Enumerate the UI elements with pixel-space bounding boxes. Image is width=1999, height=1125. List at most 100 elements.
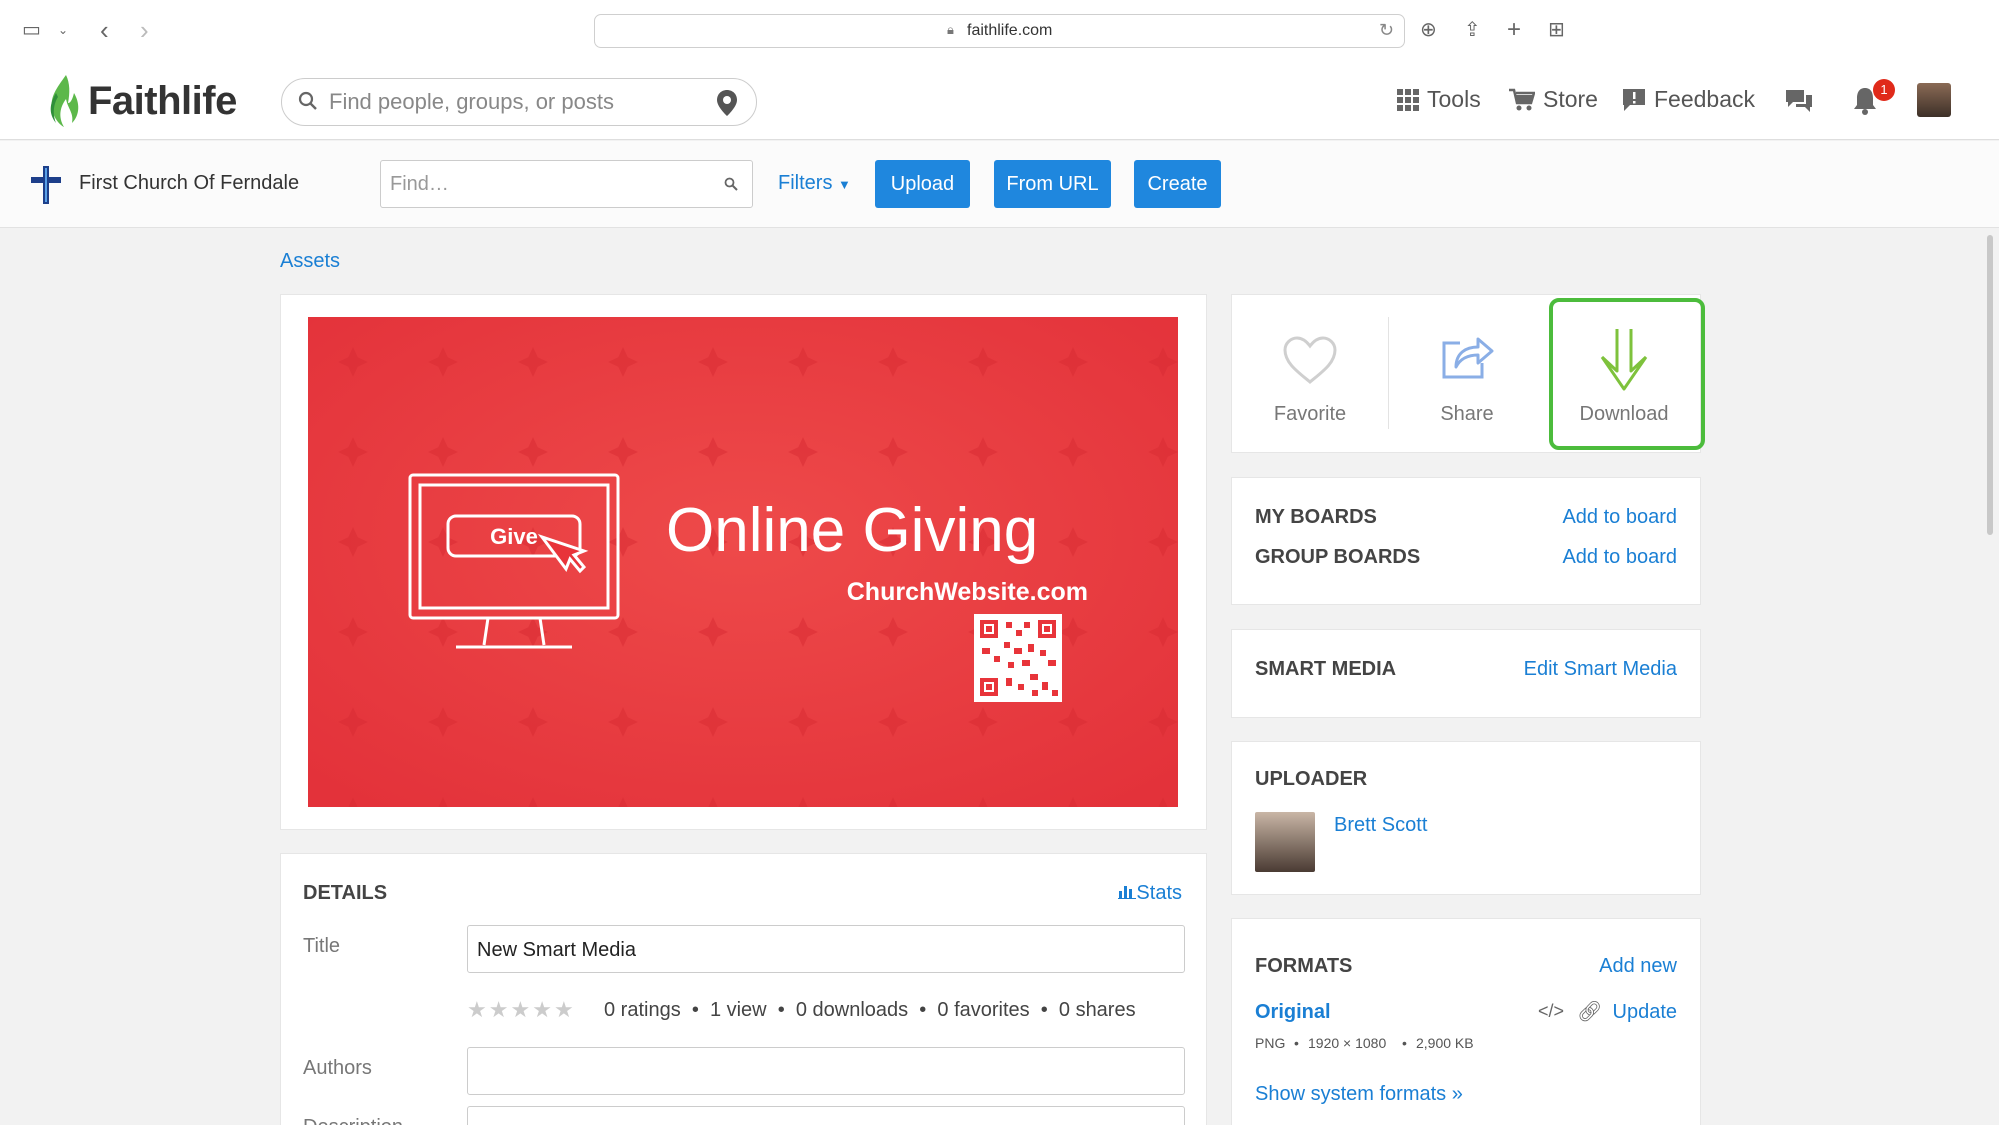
- share-label: Share: [1440, 403, 1494, 425]
- nav-store[interactable]: Store: [1509, 86, 1598, 113]
- title-label: Title: [303, 935, 341, 957]
- nav-store-label: Store: [1543, 86, 1598, 112]
- star-icon[interactable]: ★: [467, 997, 489, 1022]
- create-button[interactable]: Create: [1134, 160, 1221, 208]
- show-system-formats-link[interactable]: Show system formats »: [1255, 1083, 1463, 1106]
- details-heading: DETAILS: [303, 882, 388, 904]
- address-bar[interactable]: 🔒︎ faithlife.com ↻: [594, 14, 1405, 48]
- original-format-link[interactable]: Original: [1255, 1001, 1331, 1024]
- qr-code: [974, 614, 1062, 702]
- authors-input[interactable]: [477, 1059, 1167, 1085]
- uploader-heading: UPLOADER: [1255, 768, 1368, 790]
- nav-tools-label: Tools: [1427, 86, 1481, 112]
- search-input[interactable]: [329, 88, 699, 116]
- formats-card: FORMATS Add new Original </> 🔗︎ Update P…: [1231, 918, 1701, 1125]
- from-url-button[interactable]: From URL: [994, 160, 1111, 208]
- search-icon: [724, 177, 738, 191]
- messages-icon[interactable]: [1784, 87, 1814, 115]
- format-file-type: PNG: [1255, 1035, 1286, 1051]
- authors-label: Authors: [303, 1057, 372, 1079]
- search-icon: [298, 91, 317, 110]
- embed-code-icon[interactable]: </>: [1538, 1001, 1564, 1022]
- caret-down-icon: ▼: [838, 177, 851, 192]
- asset-find-box[interactable]: [380, 160, 753, 208]
- group-name[interactable]: First Church Of Ferndale: [79, 172, 299, 195]
- grid-icon: [1397, 88, 1419, 111]
- nav-feedback[interactable]: Feedback: [1622, 86, 1755, 113]
- title-input[interactable]: [477, 937, 1167, 963]
- lock-icon: 🔒︎: [947, 22, 954, 37]
- favorite-label: Favorite: [1273, 403, 1347, 425]
- uploader-name-link[interactable]: Brett Scott: [1334, 814, 1427, 837]
- filters-dropdown[interactable]: Filters ▼: [778, 172, 851, 195]
- forward-icon[interactable]: ›: [140, 16, 149, 44]
- asset-find-input[interactable]: [390, 172, 710, 196]
- smart-media-card: SMART MEDIA Edit Smart Media: [1231, 629, 1701, 718]
- filters-label: Filters: [778, 172, 833, 194]
- user-avatar[interactable]: [1917, 83, 1951, 117]
- preview-website: ChurchWebsite.com: [847, 578, 1088, 606]
- group-toolbar: First Church Of Ferndale Filters ▼ Uploa…: [0, 141, 1999, 228]
- edit-smart-media-link[interactable]: Edit Smart Media: [1524, 658, 1677, 681]
- stats-link[interactable]: Stats: [1118, 882, 1182, 905]
- notification-badge: 1: [1873, 79, 1895, 101]
- asset-actions-card: Favorite Share Download: [1231, 294, 1705, 454]
- browser-toolbar: ▭ ⌄ ‹ › 🔒︎ faithlife.com ↻ ⊕ ⇪ + ⊞: [0, 0, 1999, 62]
- group-boards-add-link[interactable]: Add to board: [1562, 546, 1677, 569]
- star-icon[interactable]: ★: [554, 997, 576, 1022]
- meta-separator: •: [1294, 1035, 1299, 1051]
- give-button-label: Give: [490, 524, 538, 549]
- authors-field[interactable]: [467, 1047, 1185, 1095]
- nav-feedback-label: Feedback: [1654, 86, 1756, 112]
- bar-chart-icon: [1118, 886, 1137, 899]
- reload-icon[interactable]: ↻: [1379, 20, 1394, 41]
- chevron-down-icon[interactable]: ⌄: [58, 16, 68, 44]
- share-action[interactable]: Share: [1389, 295, 1545, 454]
- update-format-link[interactable]: Update: [1613, 1001, 1678, 1024]
- stats-label: Stats: [1136, 882, 1182, 904]
- add-format-link[interactable]: Add new: [1599, 955, 1677, 978]
- description-label: Description: [303, 1116, 403, 1125]
- my-boards-heading: MY BOARDS: [1255, 506, 1377, 528]
- download-highlight: [1549, 298, 1705, 450]
- asset-preview-image: Give Online Giving ChurchWebsite.com: [308, 317, 1178, 807]
- downloads-icon[interactable]: ⊕: [1420, 16, 1437, 44]
- meta-separator: •: [1402, 1035, 1407, 1051]
- favorite-action[interactable]: Favorite: [1232, 295, 1388, 454]
- star-icon[interactable]: ★: [489, 997, 511, 1022]
- back-icon[interactable]: ‹: [100, 16, 109, 44]
- group-boards-heading: GROUP BOARDS: [1255, 546, 1421, 568]
- share-icon[interactable]: ⇪: [1464, 16, 1481, 44]
- preview-headline: Online Giving: [666, 496, 1038, 565]
- star-icon[interactable]: ★: [510, 997, 532, 1022]
- uploader-avatar[interactable]: [1255, 812, 1315, 872]
- rating-stars[interactable]: ★★★★★: [467, 997, 576, 1023]
- star-icon[interactable]: ★: [532, 997, 554, 1022]
- engagement-stats: 0 ratings • 1 view • 0 downloads • 0 fav…: [604, 999, 1136, 1021]
- cart-icon: [1509, 88, 1535, 110]
- title-field[interactable]: [467, 925, 1185, 973]
- tab-overview-icon[interactable]: ⊞: [1548, 16, 1565, 44]
- share-arrow-icon: [1442, 337, 1494, 379]
- feedback-icon: [1623, 88, 1645, 111]
- format-dimensions: 1920 × 1080: [1308, 1035, 1387, 1051]
- details-card: DETAILS Stats Title ★★★★★ 0 ratings • 1 …: [280, 853, 1207, 1125]
- upload-button[interactable]: Upload: [875, 160, 970, 208]
- location-pin-icon[interactable]: [716, 89, 738, 117]
- link-icon[interactable]: 🔗︎: [1577, 999, 1602, 1024]
- flame-icon: [50, 75, 79, 127]
- nav-tools[interactable]: Tools: [1397, 86, 1481, 113]
- format-size: 2,900 KB: [1416, 1035, 1474, 1051]
- boards-card: MY BOARDS Add to board GROUP BOARDS Add …: [1231, 477, 1701, 605]
- site-header: Faithlife Tools Store Feedback: [0, 62, 1999, 140]
- formats-heading: FORMATS: [1255, 955, 1353, 977]
- page-scrollbar[interactable]: [1987, 235, 1993, 535]
- uploader-card: UPLOADER Brett Scott: [1231, 741, 1701, 895]
- new-tab-icon[interactable]: +: [1507, 16, 1521, 44]
- global-search[interactable]: [281, 78, 757, 126]
- sidebar-toggle-icon[interactable]: ▭: [22, 16, 41, 44]
- faithlife-logo[interactable]: Faithlife: [46, 72, 237, 130]
- description-field[interactable]: [467, 1106, 1185, 1125]
- my-boards-add-link[interactable]: Add to board: [1562, 506, 1677, 529]
- breadcrumb-assets[interactable]: Assets: [280, 250, 340, 273]
